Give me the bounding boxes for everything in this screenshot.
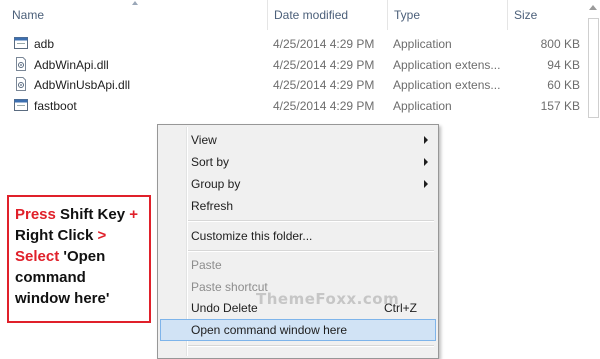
- callout-gt: >: [97, 227, 107, 244]
- file-row[interactable]: AdbWinUsbApi.dll 4/25/2014 4:29 PM Appli…: [0, 75, 590, 95]
- menu-item-sort-by[interactable]: Sort by: [160, 151, 436, 173]
- file-row[interactable]: fastboot 4/25/2014 4:29 PM Application 1…: [0, 96, 590, 116]
- menu-item-refresh[interactable]: Refresh: [160, 195, 436, 217]
- menu-item-label: Sort by: [191, 155, 230, 169]
- menu-separator: [188, 345, 434, 347]
- file-date: 4/25/2014 4:29 PM: [273, 99, 375, 113]
- file-row[interactable]: adb 4/25/2014 4:29 PM Application 800 KB: [0, 34, 590, 54]
- scroll-thumb[interactable]: [588, 18, 599, 118]
- dll-icon: [16, 77, 26, 91]
- file-date: 4/25/2014 4:29 PM: [273, 37, 375, 51]
- file-size: 800 KB: [540, 37, 580, 51]
- file-type: Application: [393, 99, 452, 113]
- file-date: 4/25/2014 4:29 PM: [273, 58, 375, 72]
- file-name: adb: [34, 37, 55, 51]
- column-header-row: Name Date modified Type Size: [0, 0, 600, 30]
- callout-press: Press: [15, 206, 56, 223]
- menu-item-view[interactable]: View: [160, 129, 436, 151]
- instruction-callout: Press Shift Key + Right Click > Select '…: [7, 195, 151, 323]
- watermark: ThemeFoxx.com: [256, 290, 400, 308]
- menu-separator: [188, 250, 434, 252]
- context-menu: View Sort by Group by Refresh Customize …: [157, 124, 439, 359]
- exe-icon: [14, 37, 28, 49]
- file-size: 60 KB: [547, 78, 580, 92]
- vertical-scrollbar[interactable]: [586, 0, 600, 355]
- menu-item-group-by[interactable]: Group by: [160, 173, 436, 195]
- submenu-arrow-icon: [424, 180, 428, 188]
- scroll-up-arrow-icon[interactable]: [589, 5, 597, 10]
- file-date: 4/25/2014 4:29 PM: [273, 78, 375, 92]
- menu-item-label: Open command window here: [191, 323, 348, 337]
- menu-item-paste: Paste: [160, 254, 436, 276]
- menu-item-label: Refresh: [191, 199, 234, 213]
- dll-icon: [16, 57, 26, 71]
- column-header-size[interactable]: Size: [507, 0, 587, 30]
- callout-shift-key: Shift Key: [55, 206, 130, 223]
- callout-select: Select: [15, 248, 60, 265]
- callout-plus: +: [129, 206, 138, 223]
- file-name: AdbWinUsbApi.dll: [34, 78, 131, 92]
- menu-item-customize-folder[interactable]: Customize this folder...: [160, 225, 436, 247]
- submenu-arrow-icon: [424, 158, 428, 166]
- sort-ascending-icon: [132, 1, 138, 5]
- file-size: 157 KB: [540, 99, 580, 113]
- file-name: AdbWinApi.dll: [34, 58, 109, 72]
- menu-item-label: View: [191, 133, 217, 147]
- menu-item-open-command-window[interactable]: Open command window here: [160, 319, 436, 341]
- file-row[interactable]: AdbWinApi.dll 4/25/2014 4:29 PM Applicat…: [0, 55, 590, 75]
- menu-item-label: Paste: [191, 258, 222, 272]
- menu-separator: [188, 220, 434, 222]
- callout-right-click: Right Click: [15, 227, 98, 244]
- column-header-type[interactable]: Type: [387, 0, 507, 30]
- file-size: 94 KB: [547, 58, 580, 72]
- menu-item-label: Undo Delete: [191, 301, 258, 315]
- menu-item-label: Group by: [191, 177, 241, 191]
- exe-icon: [14, 99, 28, 111]
- column-header-date[interactable]: Date modified: [267, 0, 387, 30]
- menu-item-label: Customize this folder...: [191, 229, 313, 243]
- submenu-arrow-icon: [424, 136, 428, 144]
- file-type: Application: [393, 37, 452, 51]
- file-name: fastboot: [34, 99, 77, 113]
